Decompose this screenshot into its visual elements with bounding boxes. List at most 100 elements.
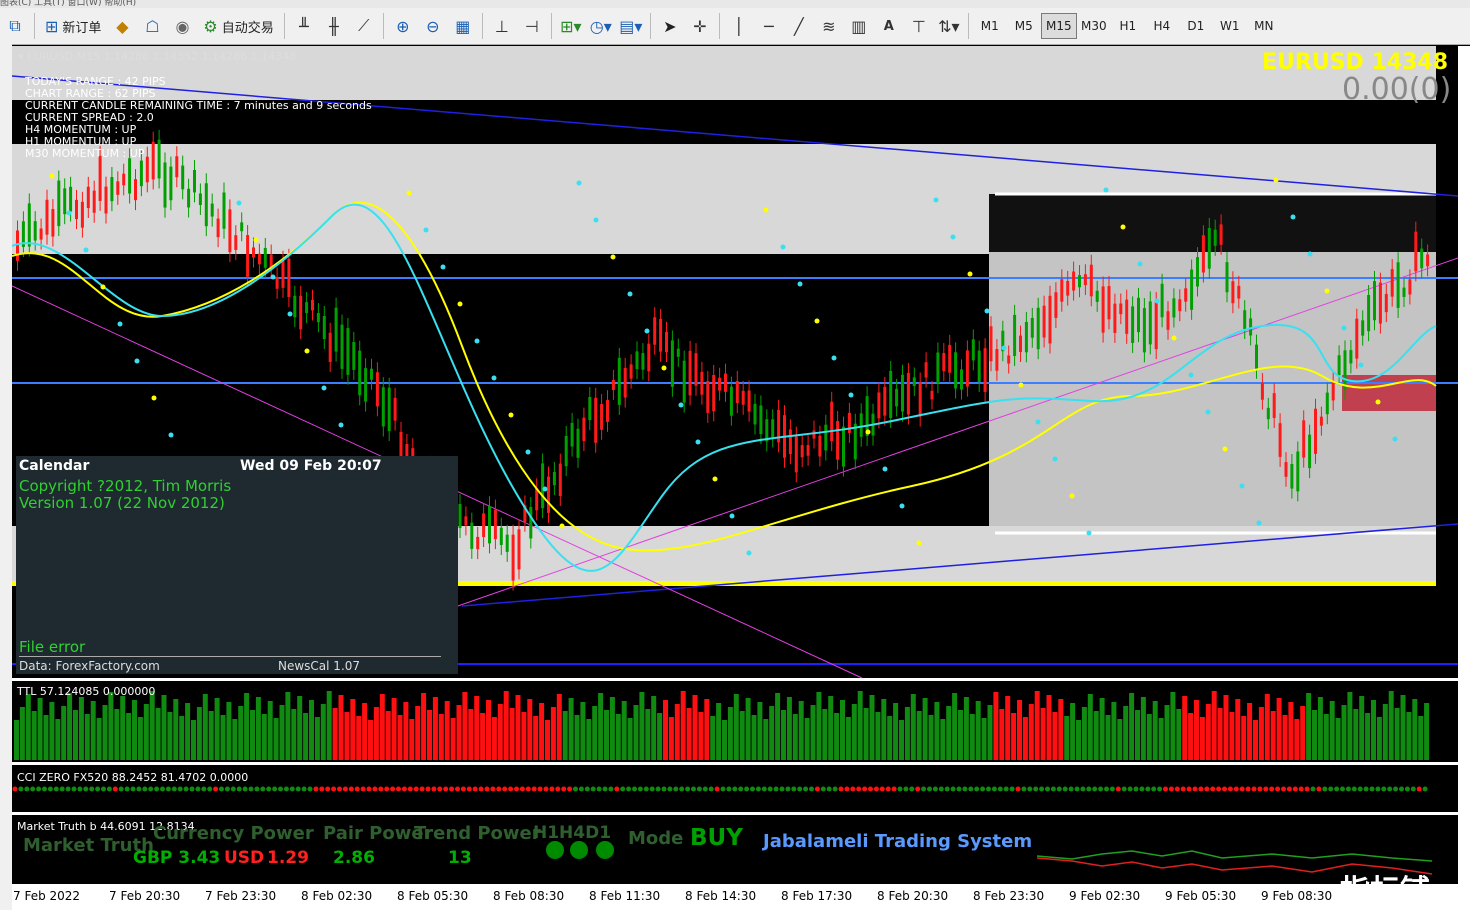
- cci-dot: [1310, 786, 1316, 792]
- ttl-bar: [1123, 706, 1129, 760]
- cci-label: CCI ZERO FX520 88.2452 81.4702 0.0000: [17, 771, 249, 784]
- ttl-bar: [368, 720, 373, 760]
- candle-body: [293, 295, 297, 318]
- cci-dot: [632, 786, 637, 792]
- cci-dot: [478, 786, 484, 792]
- candle-body: [1337, 355, 1341, 376]
- ttl-bar: [1022, 717, 1028, 760]
- timeframe-m1-button[interactable]: M1: [973, 14, 1007, 38]
- ttl-bar: [1223, 695, 1229, 760]
- cci-dot: [1015, 786, 1021, 792]
- ttl-bar: [120, 696, 126, 760]
- chart-zoom-icon[interactable]: ⧉: [2, 12, 28, 40]
- calendar-datetime: Wed 09 Feb 20:07: [240, 458, 382, 474]
- candle-body: [1166, 311, 1170, 330]
- ttl-bar: [598, 693, 604, 760]
- text-label-icon[interactable]: ⊤: [906, 12, 932, 40]
- timeframe-mn-button[interactable]: MN: [1247, 14, 1281, 38]
- indicators-icon[interactable]: ⊞▾: [558, 12, 584, 40]
- candle-body: [470, 522, 474, 549]
- cci-dot: [47, 786, 53, 792]
- zoom-in-icon[interactable]: ⊕: [390, 12, 416, 40]
- sar-dot: [678, 402, 684, 408]
- sar-dot: [457, 301, 463, 307]
- sar-dot: [1171, 335, 1177, 341]
- cci-dot: [1422, 786, 1428, 792]
- timeframe-h1-button[interactable]: H1: [1111, 14, 1145, 38]
- vertical-line-icon[interactable]: │: [726, 12, 752, 40]
- cci-dot: [1098, 786, 1104, 792]
- cci-dot: [549, 786, 555, 792]
- periods-icon[interactable]: ◷▾: [588, 12, 614, 40]
- sar-dot: [814, 318, 820, 324]
- pane-separator: [12, 812, 1458, 815]
- candle-body: [564, 435, 568, 467]
- timeframe-m5-button[interactable]: M5: [1007, 14, 1041, 38]
- sar-dot: [899, 503, 905, 509]
- candle-body: [51, 209, 55, 237]
- timeframe-m30-button[interactable]: M30: [1077, 14, 1111, 38]
- cci-dot: [106, 786, 112, 792]
- ttl-bar: [556, 694, 562, 760]
- tile-windows-icon[interactable]: ▦: [450, 12, 476, 40]
- candle-body: [1119, 303, 1123, 315]
- ttl-bar: [1170, 692, 1176, 760]
- trendline-icon[interactable]: ╱: [786, 12, 812, 40]
- menu-bar[interactable]: 图表(C) 工具(T) 窗口(W) 帮助(H): [0, 0, 1470, 8]
- fibonacci-icon[interactable]: ≋: [816, 12, 842, 40]
- bar-chart-icon[interactable]: ╨: [291, 12, 317, 40]
- crosshair-icon[interactable]: ✛: [687, 12, 713, 40]
- cci-dot: [508, 786, 514, 792]
- cci-dot: [136, 786, 142, 792]
- cci-dot: [1074, 786, 1080, 792]
- cci-dot: [1027, 786, 1033, 792]
- market-watch-icon[interactable]: ☖: [139, 12, 165, 40]
- sar-dot: [831, 355, 837, 361]
- sar-dot: [916, 540, 922, 546]
- ttl-bar: [1099, 698, 1105, 760]
- line-chart-icon[interactable]: ⟋: [351, 12, 377, 40]
- ttl-bar: [946, 706, 952, 760]
- timeframe-m15-button[interactable]: M15: [1040, 13, 1077, 39]
- price-scale[interactable]: [1458, 46, 1470, 910]
- cci-dot: [614, 786, 620, 792]
- timeframe-w1-button[interactable]: W1: [1213, 14, 1247, 38]
- time-axis-label: 8 Feb 20:30: [877, 889, 949, 903]
- candle-body: [393, 397, 397, 421]
- cci-dot: [803, 786, 809, 792]
- cci-dot: [1121, 786, 1127, 792]
- auto-scroll-icon[interactable]: ⊥: [489, 12, 515, 40]
- sar-dot: [593, 217, 599, 223]
- templates-icon[interactable]: ▤▾: [618, 12, 644, 40]
- cci-dot: [844, 786, 850, 792]
- candle-body: [517, 529, 521, 570]
- candlestick-icon[interactable]: ╫: [321, 12, 347, 40]
- arrows-icon[interactable]: ⇅▾: [936, 12, 962, 40]
- candle-body: [1260, 383, 1264, 400]
- horizontal-line-icon[interactable]: ─: [756, 12, 782, 40]
- cci-dot: [685, 786, 691, 792]
- cci-dot: [856, 786, 862, 792]
- new-order-button[interactable]: ⊞ 新订单: [41, 12, 105, 40]
- channel-icon[interactable]: ▥: [846, 12, 872, 40]
- cursor-icon[interactable]: ➤: [657, 12, 683, 40]
- expert-icon[interactable]: ◆: [109, 12, 135, 40]
- candle-body: [1314, 408, 1317, 454]
- candle-body: [883, 386, 887, 416]
- ttl-bar: [96, 718, 102, 760]
- timeframe-d1-button[interactable]: D1: [1179, 14, 1213, 38]
- sar-dot: [933, 197, 939, 203]
- ttl-bar: [427, 710, 432, 760]
- ttl-bar: [663, 700, 668, 760]
- zoom-out-icon[interactable]: ⊖: [420, 12, 446, 40]
- chart-shift-icon[interactable]: ⊣: [519, 12, 545, 40]
- cci-dot: [767, 786, 773, 792]
- candle-body: [75, 199, 78, 220]
- auto-trading-button[interactable]: ⚙ 自动交易: [199, 12, 277, 40]
- ttl-bar: [37, 698, 43, 760]
- ttl-bar: [474, 696, 480, 760]
- sar-dot: [1392, 436, 1398, 442]
- text-tool-button[interactable]: A: [876, 12, 902, 40]
- timeframe-h4-button[interactable]: H4: [1145, 14, 1179, 38]
- signals-icon[interactable]: ◉: [169, 12, 195, 40]
